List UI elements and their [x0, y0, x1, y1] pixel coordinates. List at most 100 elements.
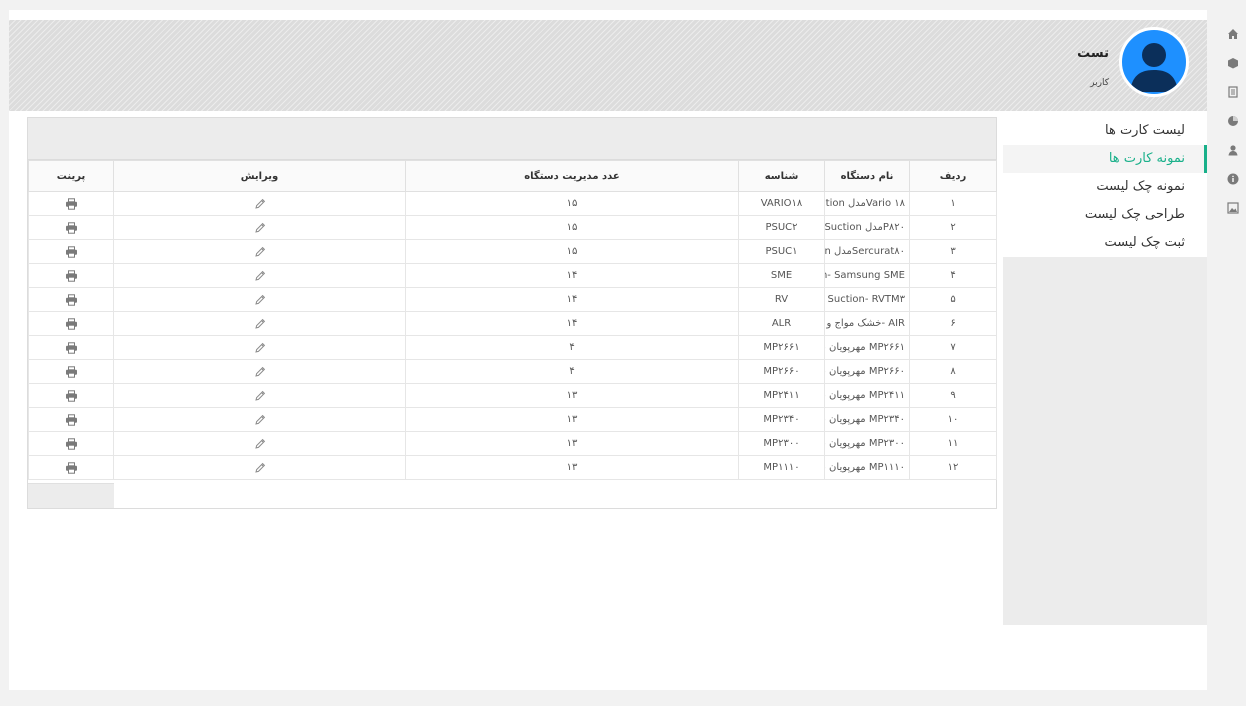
menu-list: لیست کارت ها نمونه کارت ها نمونه چک لیست طر…	[1003, 117, 1207, 257]
cell-id: VARIO۱۸	[738, 191, 825, 216]
home-icon[interactable]	[1222, 26, 1244, 42]
cell-count: ۱۴	[405, 311, 739, 336]
edit-button[interactable]	[113, 215, 406, 240]
menu-item[interactable]: نمونه کارت ها	[1003, 145, 1207, 173]
cell-count: ۱۳	[405, 431, 739, 456]
printer-icon[interactable]	[65, 365, 78, 378]
table-row: ۷MP۲۶۶۱ مهرپویان بهداشت مدل- Bedpan Trol…	[28, 335, 997, 360]
edit-button[interactable]	[113, 431, 406, 456]
cell-device-name: Central Suction- Samsung SMEساکشن سانترا…	[824, 263, 910, 288]
table-row: ۳Sercurat۸۰مدل Aesculap- Portable Suctio…	[28, 239, 997, 264]
menu-item[interactable]: ثبت چک لیست	[1003, 229, 1207, 257]
edit-button[interactable]	[113, 407, 406, 432]
menu-item[interactable]: نمونه چک لیست	[1003, 173, 1207, 201]
edit-button[interactable]	[113, 287, 406, 312]
profile-header	[9, 20, 1207, 111]
printer-icon[interactable]	[65, 413, 78, 426]
table-row: ۹MP۲۴۱۱ مهرپویان بهداشت مدل- CPR Trolley…	[28, 383, 997, 408]
pencil-icon[interactable]	[254, 342, 266, 354]
cell-count: ۴	[405, 359, 739, 384]
cell-id: SME	[738, 263, 825, 288]
print-button[interactable]	[28, 287, 114, 312]
cell-row: ۱۰	[909, 407, 997, 432]
pencil-icon[interactable]	[254, 270, 266, 282]
pencil-icon[interactable]	[254, 294, 266, 306]
print-button[interactable]	[28, 359, 114, 384]
pencil-icon[interactable]	[254, 366, 266, 378]
print-button[interactable]	[28, 239, 114, 264]
cell-id: MP۲۶۶۱	[738, 335, 825, 360]
cell-row: ۱۱	[909, 431, 997, 456]
print-button[interactable]	[28, 191, 114, 216]
cell-id: MP۲۶۶۰	[738, 359, 825, 384]
edit-button[interactable]	[113, 191, 406, 216]
col-header-edit: ویرایش	[113, 160, 406, 192]
printer-icon[interactable]	[65, 437, 78, 450]
print-button[interactable]	[28, 215, 114, 240]
printer-icon[interactable]	[65, 317, 78, 330]
sidebar-menu: لیست کارت ها نمونه کارت ها نمونه چک لیست طر…	[1003, 117, 1207, 625]
cell-id: MP۲۳۰۰	[738, 431, 825, 456]
printer-icon[interactable]	[65, 245, 78, 258]
cell-device-name: Central Suction- RVTM۳ساکشن سانترال	[824, 287, 910, 312]
col-header-id[interactable]: شناسه	[738, 160, 825, 192]
cell-row: ۶	[909, 311, 997, 336]
edit-button[interactable]	[113, 359, 406, 384]
print-button[interactable]	[28, 263, 114, 288]
cell-row: ۱۲	[909, 455, 997, 480]
cell-device-name: MP۲۳۴۰ مهرپویان بهداشت مدل- CPR Trolleyت…	[824, 407, 910, 432]
menu-item[interactable]: طراحی چک لیست	[1003, 201, 1207, 229]
avatar[interactable]	[1119, 27, 1189, 97]
edit-button[interactable]	[113, 311, 406, 336]
table-footer	[28, 483, 114, 508]
pencil-icon[interactable]	[254, 438, 266, 450]
print-button[interactable]	[28, 407, 114, 432]
col-header-row[interactable]: ردیف	[909, 160, 997, 192]
pencil-icon[interactable]	[254, 222, 266, 234]
box-icon[interactable]	[1222, 55, 1244, 71]
table-row: ۱Vario ۱۸مدل Medella- Portable Suction س…	[28, 191, 997, 216]
edit-button[interactable]	[113, 455, 406, 480]
table-row: ۵Central Suction- RVTM۳ساکشن سانترالRV۱۴	[28, 287, 997, 312]
printer-icon[interactable]	[65, 389, 78, 402]
col-header-count[interactable]: عدد مدیریت دستگاه	[405, 160, 739, 192]
cell-count: ۱۳	[405, 455, 739, 480]
cell-id: PSUC۲	[738, 215, 825, 240]
edit-button[interactable]	[113, 383, 406, 408]
image-icon[interactable]	[1222, 200, 1244, 216]
pencil-icon[interactable]	[254, 198, 266, 210]
printer-icon[interactable]	[65, 461, 78, 474]
print-button[interactable]	[28, 311, 114, 336]
printer-icon[interactable]	[65, 341, 78, 354]
cell-count: ۱۴	[405, 263, 739, 288]
user-icon[interactable]	[1222, 142, 1244, 158]
printer-icon[interactable]	[65, 221, 78, 234]
cell-id: RV	[738, 287, 825, 312]
edit-button[interactable]	[113, 335, 406, 360]
pencil-icon[interactable]	[254, 462, 266, 474]
cell-row: ۱	[909, 191, 997, 216]
col-header-device-name[interactable]: نام دستگاه	[824, 160, 910, 192]
edit-button[interactable]	[113, 239, 406, 264]
document-icon[interactable]	[1222, 84, 1244, 100]
menu-item[interactable]: لیست کارت ها	[1003, 117, 1207, 145]
cell-device-name: MP۱۱۱۰ مهرپویان بهداشت مدل - CPR Trolley…	[824, 455, 910, 480]
table-row: ۴Central Suction- Samsung SMEساکشن سانتر…	[28, 263, 997, 288]
print-button[interactable]	[28, 335, 114, 360]
pencil-icon[interactable]	[254, 246, 266, 258]
print-button[interactable]	[28, 383, 114, 408]
edit-button[interactable]	[113, 263, 406, 288]
printer-icon[interactable]	[65, 269, 78, 282]
print-button[interactable]	[28, 455, 114, 480]
info-icon[interactable]	[1222, 171, 1244, 187]
printer-icon[interactable]	[65, 197, 78, 210]
cell-count: ۱۴	[405, 287, 739, 312]
pie-chart-icon[interactable]	[1222, 113, 1244, 129]
print-button[interactable]	[28, 431, 114, 456]
table-row: ۶AIR -خشک مواج و پمپALR۱۴	[28, 311, 997, 336]
cell-device-name: MP۲۳۰۰ مهرپویان بهداشت مدل- CPR Trolleyت…	[824, 431, 910, 456]
printer-icon[interactable]	[65, 293, 78, 306]
pencil-icon[interactable]	[254, 318, 266, 330]
pencil-icon[interactable]	[254, 390, 266, 402]
pencil-icon[interactable]	[254, 414, 266, 426]
